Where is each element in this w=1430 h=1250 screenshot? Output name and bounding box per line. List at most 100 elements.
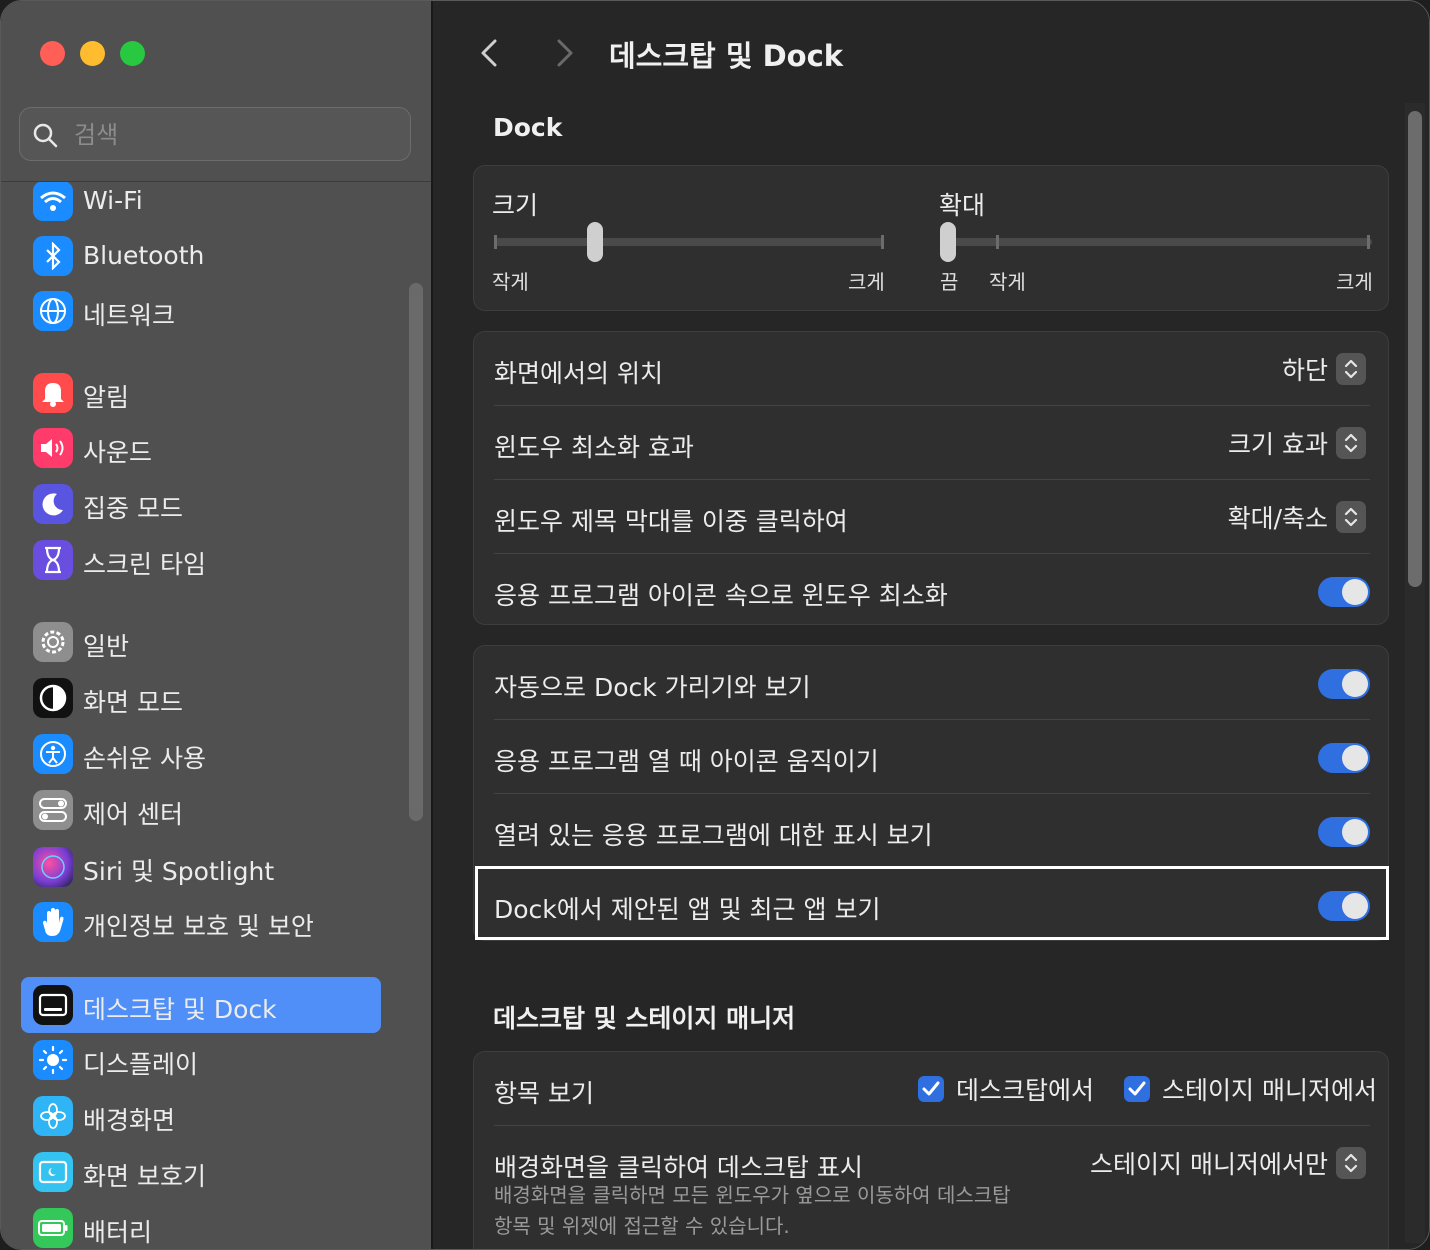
magnification-slider-track[interactable] (940, 238, 1372, 246)
show-in-stage-manager-label: 스테이지 매니저에서 (1162, 1076, 1377, 1105)
minimize-window-button[interactable] (80, 41, 105, 66)
minimize-effect-value: 크기 효과 (1228, 430, 1328, 459)
search-input[interactable] (72, 118, 396, 152)
sun-icon (33, 1040, 73, 1080)
bell-icon (33, 373, 73, 413)
double-click-popup[interactable]: 확대/축소 (1228, 500, 1366, 534)
chevron-updown-icon (1336, 353, 1366, 385)
chevron-updown-icon (1336, 501, 1366, 533)
sidebar-item-focus[interactable]: 집중 모드 (21, 476, 381, 532)
show-on-desktop-label: 데스크탑에서 (956, 1076, 1095, 1105)
wifi-icon (33, 182, 73, 221)
close-window-button[interactable] (40, 41, 65, 66)
sidebar-item-appearance[interactable]: 화면 모드 (21, 670, 381, 726)
sidebar-item-label: Wi-Fi (83, 186, 143, 215)
sidebar-item-privacy[interactable]: 개인정보 보호 및 보안 (21, 894, 381, 950)
size-slider-track[interactable] (494, 238, 884, 246)
sidebar-item-wifi[interactable]: Wi-Fi (21, 182, 381, 229)
minimize-effect-popup[interactable]: 크기 효과 (1228, 426, 1366, 460)
indicators-toggle[interactable] (1318, 817, 1370, 847)
minimize-into-icon-row: 응용 프로그램 아이콘 속으로 윈도우 최소화 (474, 554, 1390, 628)
sidebar-item-general[interactable]: 일반 (21, 614, 381, 670)
chevron-right-icon[interactable] (543, 33, 583, 73)
indicators-label: 열려 있는 응용 프로그램에 대한 표시 보기 (494, 821, 933, 850)
click-wallpaper-popup[interactable]: 스테이지 매니저에서만 (1090, 1146, 1366, 1180)
indicators-row: 열려 있는 응용 프로그램에 대한 표시 보기 (474, 794, 1390, 868)
sidebar-item-desktop-dock[interactable]: 데스크탑 및 Dock (21, 977, 381, 1033)
toggle-knob (1342, 579, 1368, 605)
zoom-window-button[interactable] (120, 41, 145, 66)
sidebar-item-sound[interactable]: 사운드 (21, 420, 381, 476)
chevron-left-icon[interactable] (471, 33, 511, 73)
toggle-knob (1342, 671, 1368, 697)
sidebar-item-label: 사운드 (83, 438, 153, 467)
sidebar-item-label: 집중 모드 (83, 494, 183, 523)
click-wallpaper-description: 배경화면을 클릭하면 모든 윈도우가 옆으로 이동하여 데스크탑 항목 및 위젯… (494, 1180, 1054, 1242)
sidebar-item-control-center[interactable]: 제어 센터 (21, 782, 381, 838)
sidebar-item-label: 데스크탑 및 Dock (83, 995, 277, 1024)
sidebar-item-notifications[interactable]: 알림 (21, 365, 381, 421)
show-items-row: 항목 보기 데스크탑에서 스테이지 매니저에서 (474, 1052, 1390, 1126)
sidebar-item-battery[interactable]: 배터리 (21, 1200, 381, 1249)
sidebar-item-siri-spotlight[interactable]: Siri 및 Spotlight (21, 839, 381, 895)
sidebar-item-wallpaper[interactable]: 배경화면 (21, 1088, 381, 1144)
click-wallpaper-value: 스테이지 매니저에서만 (1090, 1150, 1328, 1179)
checkmark-icon (1124, 1076, 1150, 1102)
highlight-box (475, 866, 1389, 940)
accessibility-icon (33, 734, 73, 774)
magnification-slider-tick (1367, 235, 1370, 249)
dock-size-group: 크기 작게 크게 확대 끔 작게 크게 (473, 165, 1389, 311)
sidebar-item-label: 네트워크 (83, 301, 176, 330)
sidebar-item-label: Bluetooth (83, 241, 205, 270)
sidebar: Wi-Fi Bluetooth 네트워크 알림 (1, 1, 433, 1249)
screensaver-icon (33, 1152, 73, 1192)
sidebar-item-network[interactable]: 네트워크 (21, 283, 381, 339)
position-popup[interactable]: 하단 (1282, 352, 1366, 386)
minimize-effect-label: 윈도우 최소화 효과 (494, 433, 694, 462)
sidebar-item-label: 일반 (83, 632, 130, 661)
main-scrollbar[interactable] (1408, 111, 1422, 587)
dock-icon (33, 985, 73, 1025)
show-in-stage-manager-checkbox[interactable]: 스테이지 매니저에서 (1124, 1072, 1377, 1106)
sidebar-item-displays[interactable]: 디스플레이 (21, 1032, 381, 1088)
chevron-updown-icon (1336, 427, 1366, 459)
size-slider-tick (494, 235, 497, 249)
size-slider-thumb[interactable] (587, 222, 604, 262)
sidebar-item-label: 배터리 (83, 1218, 153, 1247)
globe-icon (33, 291, 73, 331)
gear-icon (33, 622, 73, 662)
magnification-label: 확대 (939, 191, 986, 220)
show-on-desktop-checkbox[interactable]: 데스크탑에서 (918, 1072, 1094, 1106)
magnification-off-label: 끔 (940, 270, 959, 294)
sidebar-scrollbar[interactable] (409, 283, 423, 821)
page-title: 데스크탑 및 Dock (609, 39, 844, 73)
sidebar-item-bluetooth[interactable]: Bluetooth (21, 228, 381, 284)
magnification-min-label: 작게 (989, 270, 1026, 294)
checkmark-icon (918, 1076, 944, 1102)
section-title-stage-manager: 데스크탑 및 스테이지 매니저 (493, 1004, 796, 1033)
click-wallpaper-row: 배경화면을 클릭하여 데스크탑 표시 스테이지 매니저에서만 배경화면을 클릭하… (474, 1126, 1390, 1249)
sidebar-item-screen-saver[interactable]: 화면 보호기 (21, 1144, 381, 1200)
animate-row: 응용 프로그램 열 때 아이콘 움직이기 (474, 720, 1390, 794)
sidebar-item-label: 개인정보 보호 및 보안 (83, 912, 314, 941)
size-max-label: 크게 (848, 270, 885, 294)
section-title-dock: Dock (493, 113, 563, 142)
size-label: 크기 (492, 191, 539, 220)
sidebar-item-label: 손쉬운 사용 (83, 744, 206, 773)
sidebar-item-screen-time[interactable]: 스크린 타임 (21, 532, 381, 588)
minimize-into-icon-toggle[interactable] (1318, 577, 1370, 607)
animate-toggle[interactable] (1318, 743, 1370, 773)
toggle-knob (1342, 819, 1368, 845)
appearance-icon (33, 678, 73, 718)
search-field[interactable] (19, 107, 411, 161)
autohide-toggle[interactable] (1318, 669, 1370, 699)
search-icon (33, 123, 58, 148)
magnification-slider-thumb[interactable] (940, 222, 956, 262)
main-pane: 데스크탑 및 Dock Dock 크기 작게 크게 확대 끔 작게 크게 화면에… (433, 1, 1429, 1249)
sidebar-item-accessibility[interactable]: 손쉬운 사용 (21, 726, 381, 782)
sidebar-item-label: 디스플레이 (83, 1050, 199, 1079)
sidebar-item-label: 화면 보호기 (83, 1162, 206, 1191)
double-click-value: 확대/축소 (1227, 504, 1328, 533)
siri-icon (33, 847, 73, 887)
moon-icon (33, 484, 73, 524)
